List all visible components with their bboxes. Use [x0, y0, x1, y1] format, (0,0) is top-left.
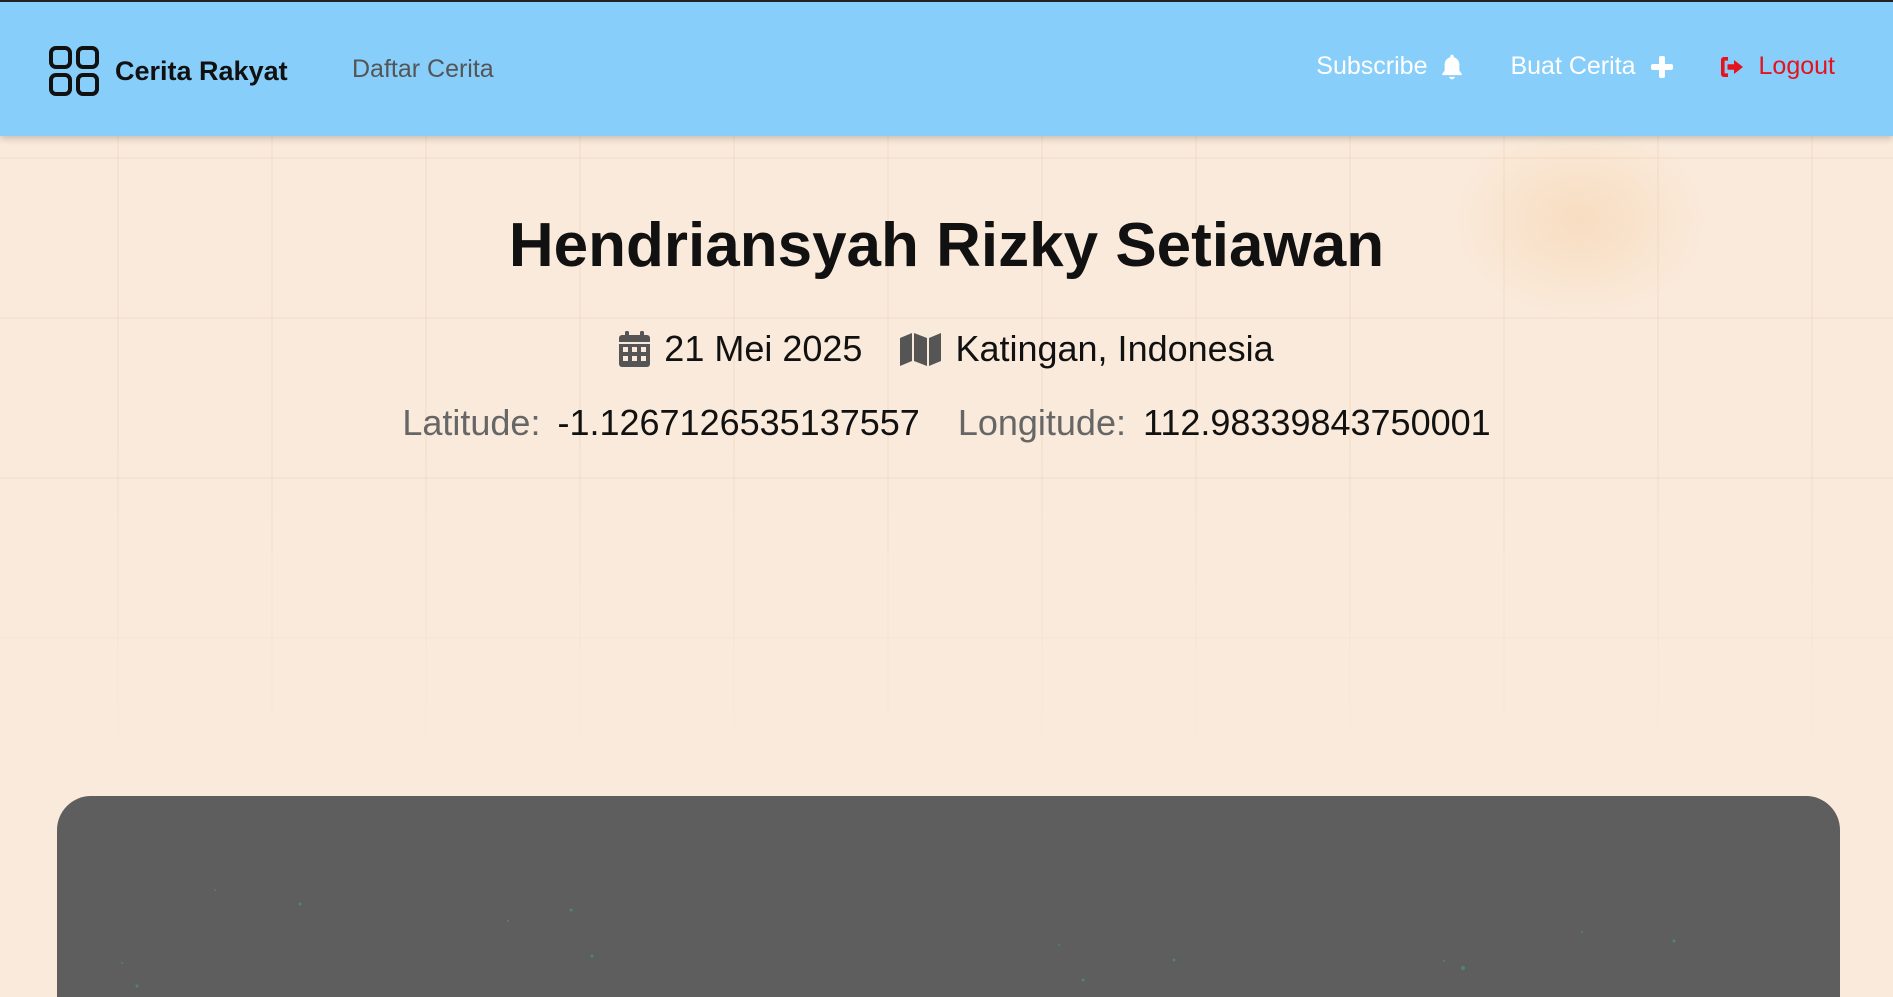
longitude-label: Longitude: [957, 402, 1126, 443]
story-map[interactable] [57, 796, 1840, 997]
map-icon [900, 332, 942, 366]
nav-daftar-cerita[interactable]: Daftar Cerita [352, 55, 494, 84]
plus-icon [1650, 55, 1673, 78]
create-story-button[interactable]: Buat Cerita [1510, 52, 1673, 81]
logout-button[interactable]: Logout [1719, 52, 1835, 81]
sign-out-icon [1720, 56, 1743, 77]
bell-icon [1442, 54, 1463, 79]
logout-label: Logout [1758, 52, 1835, 80]
story-meta: 21 Mei 2025 Katingan, Indonesia [0, 328, 1893, 370]
grid-icon [49, 46, 99, 96]
brand-name: Cerita Rakyat [115, 55, 288, 86]
map-tile-dots [121, 889, 1676, 988]
longitude-value: 112.98339843750001 [1142, 402, 1491, 443]
nav-actions: Subscribe Buat Cerita Logout [1271, 52, 1835, 81]
story-coordinates: Latitude: -1.1267126535137557 Longitude:… [0, 402, 1893, 444]
story-date: 21 Mei 2025 [619, 328, 862, 370]
brand-link[interactable]: Cerita Rakyat [49, 46, 288, 96]
top-navbar: Cerita Rakyat Daftar Cerita Subscribe Bu… [0, 0, 1893, 136]
story-date-text: 21 Mei 2025 [664, 328, 863, 369]
story-location: Katingan, Indonesia [900, 328, 1274, 370]
story-location-text: Katingan, Indonesia [955, 328, 1274, 369]
latitude-label: Latitude: [402, 402, 541, 443]
latitude-value: -1.1267126535137557 [557, 402, 920, 443]
story-title: Hendriansyah Rizky Setiawan [508, 211, 1385, 280]
subscribe-label: Subscribe [1316, 52, 1428, 80]
calendar-icon [619, 331, 651, 367]
subscribe-button[interactable]: Subscribe [1316, 52, 1465, 81]
create-story-label: Buat Cerita [1510, 52, 1636, 80]
